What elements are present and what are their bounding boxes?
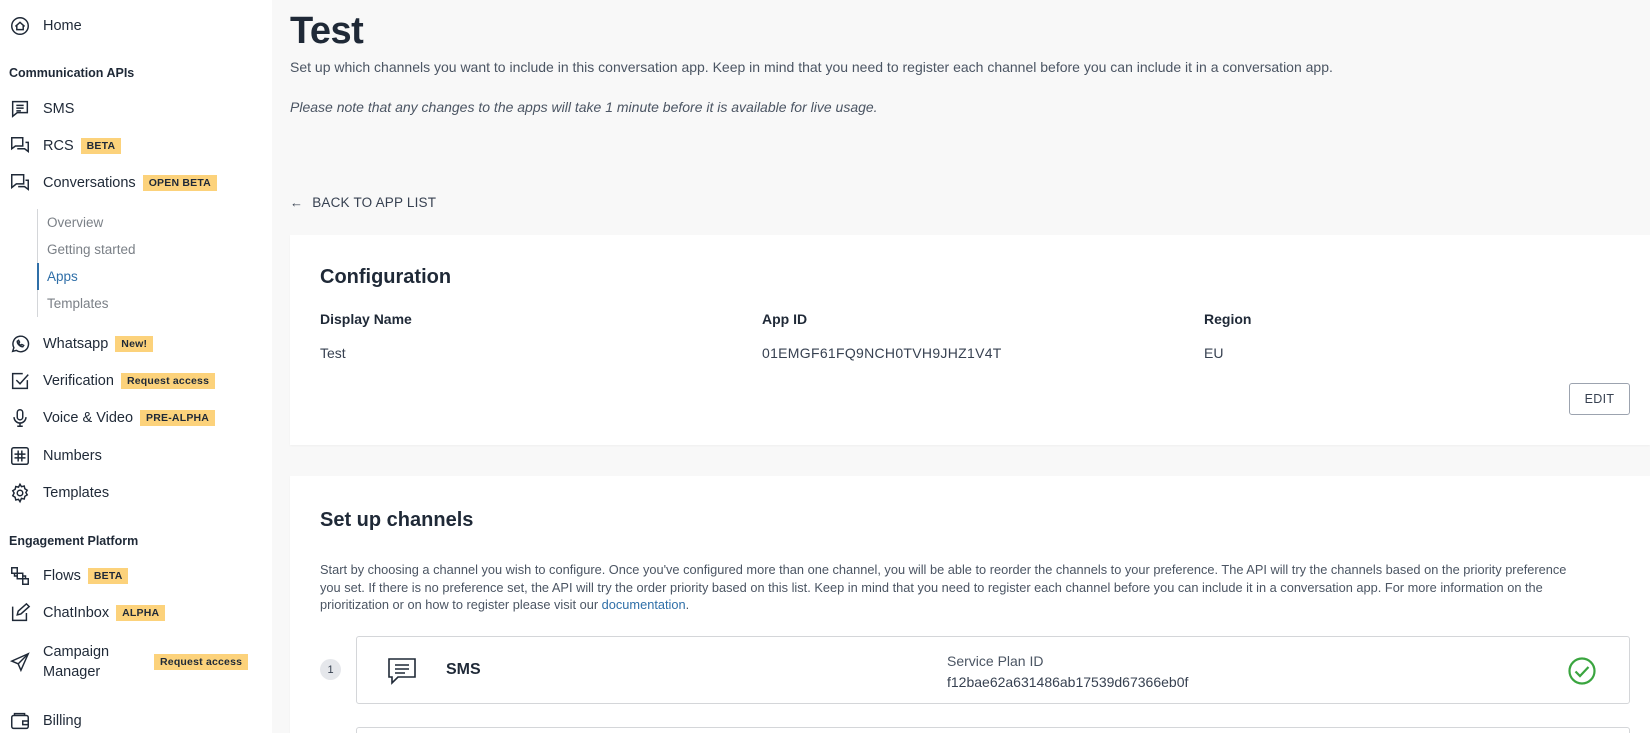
- sidebar-item-label: Numbers: [43, 448, 102, 464]
- sidebar-item-voice-video[interactable]: Voice & Video PRE-ALPHA: [0, 403, 216, 433]
- sidebar-item-label: ChatInbox: [43, 605, 110, 621]
- check-circle-icon: [1567, 656, 1597, 686]
- sidebar-item-numbers[interactable]: Numbers: [0, 441, 102, 471]
- documentation-link[interactable]: documentation: [602, 597, 686, 612]
- configuration-title: Configuration: [320, 266, 452, 288]
- gear-icon: [9, 482, 31, 504]
- status-badge: PRE-ALPHA: [140, 410, 216, 426]
- back-link-label: BACK TO APP LIST: [312, 195, 437, 210]
- sidebar-item-label: Verification: [43, 373, 114, 389]
- sidebar-item-chatinbox[interactable]: ChatInbox ALPHA: [0, 598, 166, 628]
- wallet-icon: [9, 710, 31, 732]
- edit-box-icon: [9, 602, 31, 624]
- display-name-label: Display Name: [320, 311, 412, 327]
- status-badge: Request access: [120, 373, 216, 389]
- section-title-engagement: Engagement Platform: [9, 534, 139, 548]
- page-title: Test: [290, 10, 364, 52]
- app-id-label: App ID: [762, 311, 808, 327]
- sidebar-item-rcs[interactable]: RCS BETA: [0, 131, 122, 161]
- home-icon: [9, 15, 31, 37]
- sidebar-item-label: RCS: [43, 138, 74, 154]
- sidebar-item-whatsapp[interactable]: Whatsapp New!: [0, 329, 154, 359]
- display-name-value: Test: [320, 345, 346, 361]
- service-plan-id-value: f12bae62a631486ab17539d67366eb0f: [947, 674, 1189, 690]
- campaign-label-line2: Manager: [43, 664, 101, 680]
- app-id-value: 01EMGF61FQ9NCH0TVH9JHZ1V4T: [762, 345, 1002, 361]
- channels-card: Set up channels Start by choosing a chan…: [290, 476, 1650, 733]
- subnav-item-getting-started[interactable]: Getting started: [37, 236, 237, 263]
- subnav-item-overview[interactable]: Overview: [37, 209, 237, 236]
- sidebar-item-verification[interactable]: Verification Request access: [0, 366, 216, 396]
- configuration-card: Configuration Display Name Test App ID 0…: [290, 235, 1650, 445]
- status-badge: Request access: [154, 654, 249, 670]
- conversations-subnav: Overview Getting started Apps Templates: [37, 209, 237, 317]
- sidebar-item-flows[interactable]: Flows BETA: [0, 561, 129, 591]
- channel-name: SMS: [446, 661, 481, 678]
- main-content: Test Set up which channels you want to i…: [272, 0, 1650, 733]
- sidebar-item-billing[interactable]: Billing: [0, 706, 82, 733]
- back-to-app-list-link[interactable]: ← BACK TO APP LIST: [290, 195, 436, 210]
- campaign-label-line1: Campaign: [43, 644, 110, 660]
- sidebar-item-label: Billing: [43, 713, 82, 729]
- hash-icon: [9, 445, 31, 467]
- status-badge: BETA: [80, 138, 122, 154]
- sms-channel-icon: [387, 657, 417, 685]
- conversation-icon: [9, 172, 31, 194]
- subnav-item-apps[interactable]: Apps: [37, 263, 237, 290]
- page-note: Please note that any changes to the apps…: [290, 99, 878, 115]
- sidebar-item-label: Flows: [43, 568, 81, 584]
- status-badge: OPEN BETA: [142, 175, 217, 191]
- message-icon: [9, 98, 31, 120]
- sidebar-item-templates[interactable]: Templates: [0, 478, 109, 508]
- channels-title: Set up channels: [320, 509, 474, 531]
- sidebar-item-campaign-manager[interactable]: Campaign Manager Request access: [0, 640, 249, 684]
- sidebar-item-label: Campaign Manager: [43, 642, 147, 682]
- region-value: EU: [1204, 345, 1224, 361]
- whatsapp-icon: [9, 333, 31, 355]
- sidebar-item-home[interactable]: Home: [0, 11, 82, 41]
- microphone-icon: [9, 407, 31, 429]
- subnav-item-templates[interactable]: Templates: [37, 290, 237, 317]
- region-label: Region: [1204, 311, 1252, 327]
- status-badge: BETA: [87, 568, 129, 584]
- paper-plane-icon: [9, 651, 31, 673]
- channels-description: Start by choosing a channel you wish to …: [320, 561, 1585, 614]
- checkbox-icon: [9, 370, 31, 392]
- sidebar: Home Communication APIs SMS RCS BETA Con…: [0, 0, 272, 733]
- status-badge: New!: [115, 336, 154, 352]
- page-subtitle: Set up which channels you want to includ…: [290, 59, 1333, 75]
- sidebar-item-label: Voice & Video: [43, 410, 134, 426]
- sidebar-item-label: Whatsapp: [43, 336, 109, 352]
- sidebar-item-label: Home: [43, 18, 82, 34]
- channels-description-end: .: [685, 597, 690, 612]
- channel-row-sms[interactable]: SMS Service Plan ID f12bae62a631486ab175…: [356, 636, 1630, 704]
- status-badge: ALPHA: [116, 605, 166, 621]
- edit-button[interactable]: EDIT: [1569, 383, 1630, 415]
- section-title-communication: Communication APIs: [9, 66, 135, 80]
- channel-priority-number: 1: [320, 659, 341, 680]
- service-plan-id-label: Service Plan ID: [947, 653, 1044, 669]
- chat-bubbles-icon: [9, 135, 31, 157]
- flow-icon: [9, 565, 31, 587]
- channel-row-next[interactable]: [356, 727, 1630, 733]
- sidebar-item-label: SMS: [43, 101, 75, 117]
- sidebar-item-sms[interactable]: SMS: [0, 94, 74, 124]
- sidebar-item-conversations[interactable]: Conversations OPEN BETA: [0, 168, 217, 198]
- sidebar-item-label: Conversations: [43, 175, 136, 191]
- channels-description-text: Start by choosing a channel you wish to …: [320, 562, 1567, 612]
- sidebar-item-label: Templates: [43, 485, 110, 501]
- arrow-left-icon: ←: [290, 195, 304, 210]
